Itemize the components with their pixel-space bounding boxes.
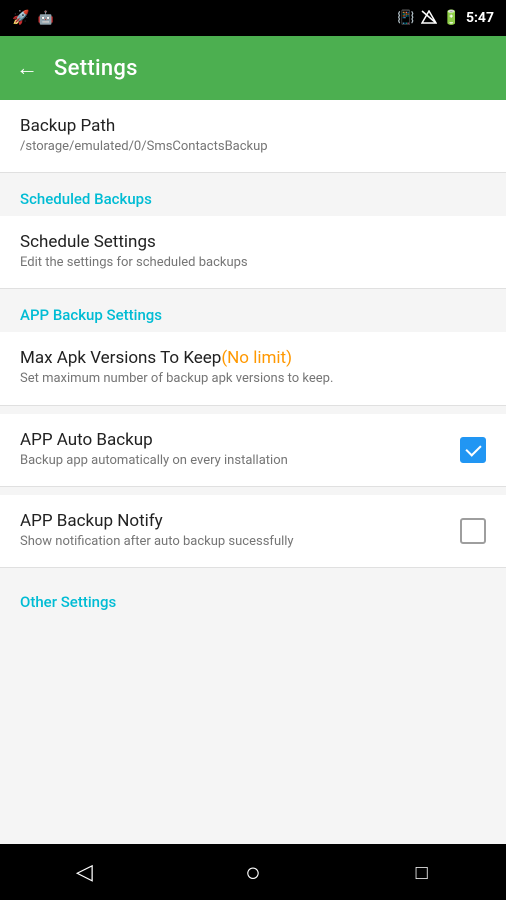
divider-2 — [0, 487, 506, 495]
other-settings-label: Other Settings — [20, 593, 116, 611]
bottom-nav: ◁ ○ □ — [0, 844, 506, 900]
app-auto-backup-title: APP Auto Backup — [20, 430, 444, 450]
schedule-settings-subtitle: Edit the settings for scheduled backups — [20, 254, 486, 272]
signal-off-icon — [421, 10, 437, 27]
rocket-icon: 🚀 — [12, 10, 29, 26]
app-auto-backup-item[interactable]: APP Auto Backup Backup app automatically… — [0, 414, 506, 487]
divider-3 — [0, 568, 506, 576]
app-backup-notify-checkbox[interactable] — [460, 518, 486, 544]
max-apk-subtitle: Set maximum number of backup apk version… — [20, 370, 486, 388]
app-backup-notify-title: APP Backup Notify — [20, 511, 444, 531]
nav-recent-button[interactable]: □ — [400, 850, 444, 894]
back-button[interactable]: ← — [16, 55, 38, 81]
nav-back-button[interactable]: ◁ — [62, 850, 106, 894]
app-backup-notify-text: APP Backup Notify Show notification afte… — [20, 511, 460, 551]
app-backup-notify-subtitle: Show notification after auto backup suce… — [20, 533, 444, 551]
backup-path-item[interactable]: Backup Path /storage/emulated/0/SmsConta… — [0, 100, 506, 173]
backup-path-subtitle: /storage/emulated/0/SmsContactsBackup — [20, 138, 486, 156]
backup-path-title: Backup Path — [20, 116, 486, 136]
schedule-settings-item[interactable]: Schedule Settings Edit the settings for … — [0, 216, 506, 289]
nav-home-button[interactable]: ○ — [231, 850, 275, 894]
max-apk-versions-item[interactable]: Max Apk Versions To Keep (No limit) Set … — [0, 332, 506, 405]
page-title: Settings — [54, 56, 138, 81]
status-bar: 🚀 🤖 📳 🔋 5:47 — [0, 0, 506, 36]
app-bar: ← Settings — [0, 36, 506, 100]
divider-1 — [0, 406, 506, 414]
app-backup-settings-label: APP Backup Settings — [20, 306, 162, 324]
app-auto-backup-text: APP Auto Backup Backup app automatically… — [20, 430, 460, 470]
scheduled-backups-header: Scheduled Backups — [0, 173, 506, 216]
android-icon: 🤖 — [37, 11, 53, 26]
app-backup-settings-header: APP Backup Settings — [0, 289, 506, 332]
app-auto-backup-subtitle: Backup app automatically on every instal… — [20, 452, 444, 470]
status-bar-right: 📳 🔋 5:47 — [397, 10, 494, 27]
app-backup-notify-item[interactable]: APP Backup Notify Show notification afte… — [0, 495, 506, 568]
scheduled-backups-label: Scheduled Backups — [20, 190, 152, 208]
schedule-settings-title: Schedule Settings — [20, 232, 486, 252]
battery-icon: 🔋 — [443, 10, 460, 26]
time-display: 5:47 — [466, 10, 494, 26]
app-auto-backup-checkbox[interactable] — [460, 437, 486, 463]
other-settings-header: Other Settings — [0, 576, 506, 615]
settings-content: Backup Path /storage/emulated/0/SmsConta… — [0, 100, 506, 844]
max-apk-title-prefix: Max Apk Versions To Keep — [20, 348, 221, 368]
vibrate-icon: 📳 — [397, 10, 414, 26]
status-bar-left: 🚀 🤖 — [12, 10, 54, 26]
max-apk-title-highlight: (No limit) — [221, 348, 292, 368]
